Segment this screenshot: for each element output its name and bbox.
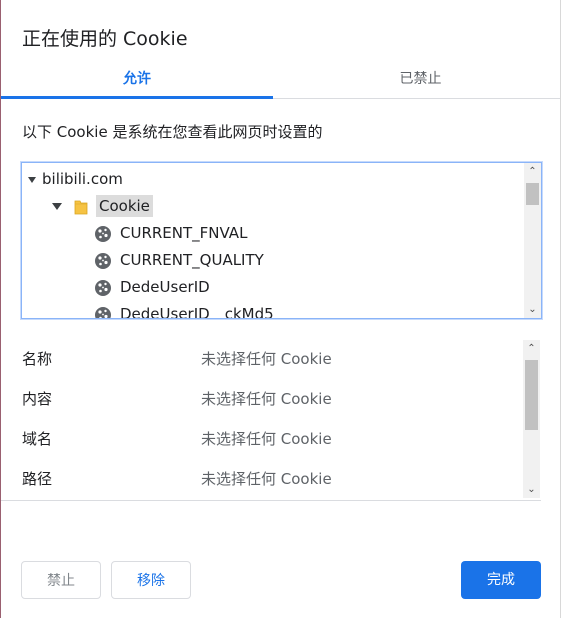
- done-button[interactable]: 完成: [461, 561, 541, 599]
- cookie-name: CURRENT_QUALITY: [120, 251, 264, 269]
- cookie-tree[interactable]: bilibili.com Cookie CURRENT_FNVAL CURREN…: [21, 162, 542, 319]
- detail-label: 名称: [22, 350, 53, 368]
- scroll-down-icon[interactable]: ⌄: [523, 481, 540, 498]
- scrollbar-thumb[interactable]: [525, 360, 538, 430]
- cookie-name: DedeUserID__ckMd5: [120, 305, 274, 319]
- triangle-down-icon[interactable]: [28, 176, 36, 183]
- cookies-dialog: 正在使用的 Cookie 允许 已禁止 以下 Cookie 是系统在您查看此网页…: [0, 0, 561, 618]
- tree-item-folder[interactable]: Cookie: [52, 194, 153, 218]
- dialog-description: 以下 Cookie 是系统在您查看此网页时设置的: [22, 123, 323, 141]
- dialog-title: 正在使用的 Cookie: [22, 28, 188, 50]
- details-scrollbar[interactable]: ⌃ ⌄: [523, 340, 540, 498]
- tree-item-cookie[interactable]: DedeUserID: [94, 275, 210, 299]
- tab-bar: 允许 已禁止: [1, 60, 560, 99]
- detail-value: 未选择任何 Cookie: [201, 390, 332, 408]
- tree-item-site[interactable]: bilibili.com: [28, 167, 123, 191]
- site-label: bilibili.com: [42, 170, 123, 188]
- tab-blocked-label: 已禁止: [399, 71, 442, 87]
- scroll-up-icon[interactable]: ⌃: [524, 163, 541, 180]
- triangle-down-icon[interactable]: [52, 203, 62, 210]
- tree-item-cookie[interactable]: CURRENT_QUALITY: [94, 248, 264, 272]
- detail-label: 路径: [22, 470, 53, 488]
- tab-allowed-label: 允许: [123, 71, 151, 87]
- detail-label: 域名: [22, 430, 53, 448]
- tab-allowed[interactable]: 允许: [1, 60, 273, 99]
- remove-button[interactable]: 移除: [111, 561, 191, 599]
- scroll-down-icon[interactable]: ⌄: [524, 301, 541, 318]
- cookie-icon: [95, 252, 111, 269]
- cookie-icon: [95, 225, 111, 242]
- detail-value: 未选择任何 Cookie: [201, 430, 332, 448]
- folder-label: Cookie: [96, 195, 153, 217]
- scrollbar-thumb[interactable]: [526, 183, 539, 205]
- tab-blocked[interactable]: 已禁止: [281, 60, 560, 98]
- tab-selected-indicator: [1, 96, 273, 99]
- scroll-up-icon[interactable]: ⌃: [523, 340, 540, 357]
- cookie-name: DedeUserID: [120, 278, 210, 296]
- block-button[interactable]: 禁止: [21, 561, 101, 599]
- tree-item-cookie[interactable]: CURRENT_FNVAL: [94, 221, 247, 245]
- detail-value: 未选择任何 Cookie: [201, 350, 332, 368]
- detail-label: 内容: [22, 390, 53, 408]
- cookie-icon: [95, 279, 111, 296]
- tree-item-cookie[interactable]: DedeUserID__ckMd5: [94, 302, 274, 319]
- cookie-icon: [95, 306, 111, 318]
- cookie-details: 名称 未选择任何 Cookie 内容 未选择任何 Cookie 域名 未选择任何…: [1, 338, 541, 501]
- tree-scrollbar[interactable]: ⌃ ⌄: [524, 163, 541, 318]
- cookie-name: CURRENT_FNVAL: [120, 224, 248, 242]
- detail-value: 未选择任何 Cookie: [201, 470, 332, 488]
- folder-icon: [74, 200, 88, 214]
